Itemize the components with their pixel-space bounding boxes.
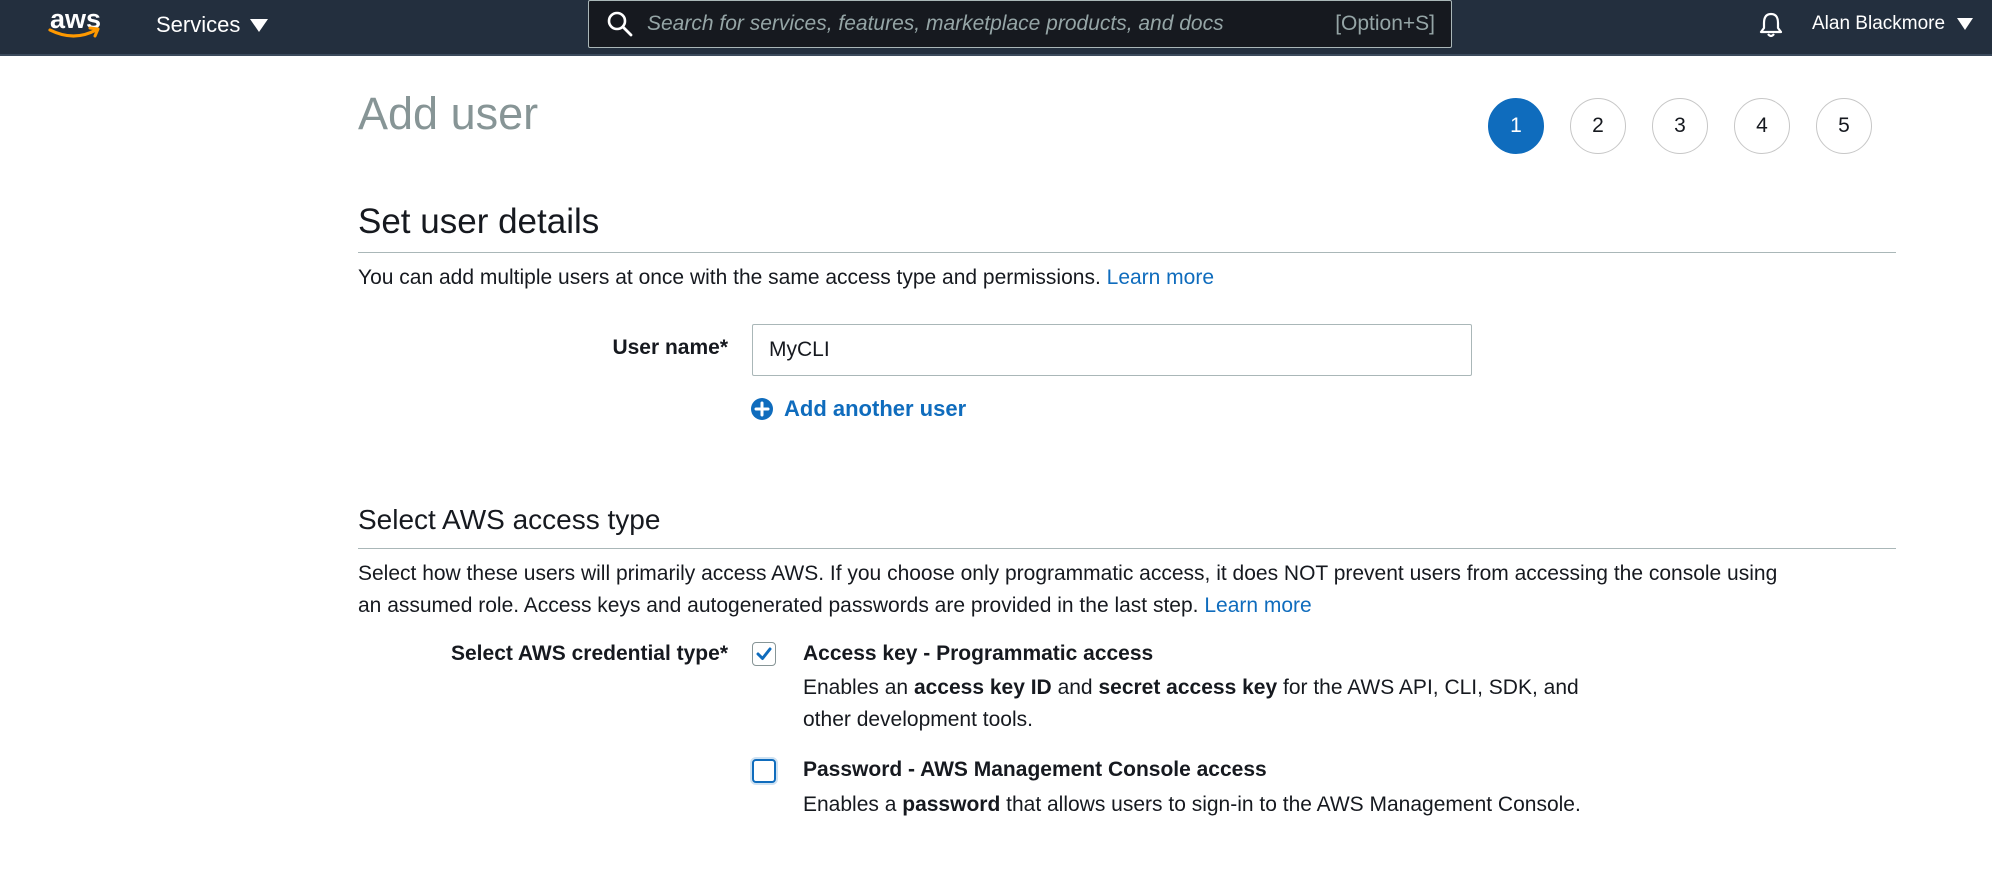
learn-more-link[interactable]: Learn more: [1107, 266, 1214, 289]
search-icon: [607, 11, 633, 37]
services-menu-button[interactable]: Services: [156, 10, 269, 40]
section-title-access-type: Select AWS access type: [358, 504, 661, 535]
user-name-input[interactable]: [752, 324, 1472, 376]
add-another-user-label: Add another user: [784, 396, 967, 421]
add-another-user-button[interactable]: Add another user: [750, 396, 966, 422]
wizard-step-2[interactable]: 2: [1570, 98, 1626, 154]
search-placeholder: Search for services, features, marketpla…: [647, 12, 1224, 35]
user-details-description-text: You can add multiple users at once with …: [358, 266, 1101, 289]
user-details-description: You can add multiple users at once with …: [358, 262, 1214, 294]
search-bar[interactable]: Search for services, features, marketpla…: [588, 0, 1452, 48]
aws-smile-icon: [48, 26, 100, 38]
section-divider: [358, 252, 1896, 253]
learn-more-link[interactable]: Learn more: [1204, 594, 1311, 617]
plus-circle-icon: [751, 398, 773, 420]
access-key-option-title: Access key - Programmatic access: [803, 642, 1154, 665]
search-shortcut-hint: [Option+S]: [1335, 12, 1435, 35]
access-key-option-description: Enables an access key ID and secret acce…: [803, 672, 1579, 704]
account-name: Alan Blackmore: [1812, 13, 1946, 34]
desc-text: for the AWS API, CLI, SDK, and: [1282, 676, 1579, 699]
notification-bell-icon[interactable]: [1756, 10, 1786, 40]
caret-down-icon: [1957, 18, 1974, 30]
checkmark-icon: [756, 647, 772, 660]
top-navigation-bar: aws Services Search for services, featur…: [0, 0, 1992, 56]
password-option-title: Password - AWS Management Console access: [803, 758, 1267, 781]
access-key-checkbox[interactable]: [752, 642, 776, 666]
wizard-step-3[interactable]: 3: [1652, 98, 1708, 154]
page-title: Add user: [358, 88, 539, 139]
wizard-step-1[interactable]: 1: [1488, 98, 1544, 154]
password-option-description: Enables a password that allows users to …: [803, 789, 1581, 821]
password-checkbox[interactable]: [752, 759, 776, 783]
caret-down-icon: [250, 18, 269, 32]
desc-text: that allows users to sign-in to the AWS …: [1006, 793, 1581, 816]
section-divider: [358, 548, 1896, 549]
desc-text: Enables an: [803, 676, 909, 699]
user-name-label: User name*: [612, 336, 728, 359]
access-key-option-description-line2: other development tools.: [803, 708, 1033, 731]
access-type-description-line1: Select how these users will primarily ac…: [358, 562, 1778, 585]
desc-bold-text: access key ID: [913, 676, 1052, 699]
desc-bold-text: password: [902, 793, 1001, 816]
credential-type-label: Select AWS credential type*: [451, 642, 728, 665]
wizard-step-5[interactable]: 5: [1816, 98, 1872, 154]
account-menu-button[interactable]: Alan Blackmore: [1812, 10, 1974, 38]
desc-bold-text: secret access key: [1098, 676, 1278, 699]
wizard-steps: 1 2 3 4 5: [1488, 98, 1872, 154]
aws-logo[interactable]: aws: [46, 2, 106, 44]
wizard-step-4[interactable]: 4: [1734, 98, 1790, 154]
services-label: Services: [156, 12, 241, 37]
section-title-user-details: Set user details: [358, 202, 600, 241]
access-type-description-line2: an assumed role. Access keys and autogen…: [358, 590, 1312, 622]
desc-text: and: [1057, 676, 1093, 699]
access-type-description-text: an assumed role. Access keys and autogen…: [358, 594, 1199, 617]
desc-text: Enables a: [803, 793, 897, 816]
